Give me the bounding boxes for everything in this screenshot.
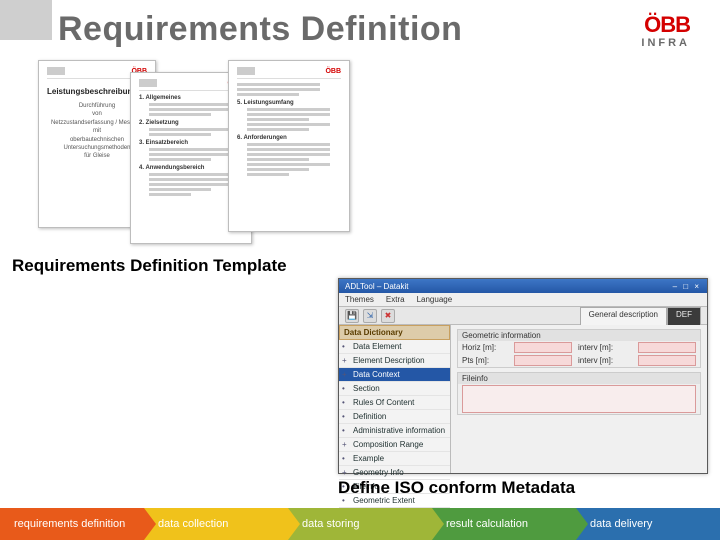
field-label: Pts [m]: <box>462 356 508 365</box>
toolbar: 💾 ⇲ ✖ General description DEF <box>339 307 707 325</box>
brand-logo: ÖBB <box>641 14 690 36</box>
doc3-h1: 5. Leistungsumfang <box>237 100 341 106</box>
corner-decor <box>0 0 52 40</box>
tab-def[interactable]: DEF <box>667 307 701 325</box>
input-pts[interactable] <box>514 355 572 366</box>
input-fileinfo[interactable] <box>462 385 696 413</box>
delete-icon[interactable]: ✖ <box>381 309 395 323</box>
brand-block: ÖBB INFRA <box>641 14 690 49</box>
step-storing: data storing <box>288 508 432 540</box>
tab-general[interactable]: General description <box>580 307 667 325</box>
doc3-h2: 6. Anforderungen <box>237 135 341 141</box>
menubar: Themes Extra Language <box>339 293 707 307</box>
nav-tree: Data Dictionary Data Element Element Des… <box>339 325 451 473</box>
nav-header: Data Dictionary <box>339 325 450 340</box>
doc3-logo-right: ÖBB <box>325 68 341 75</box>
nav-item[interactable]: Example <box>339 452 450 466</box>
brand-sub: INFRA <box>641 38 690 49</box>
step-delivery: data delivery <box>576 508 720 540</box>
form-panel: Geometric information Horiz [m]: interv … <box>451 325 707 473</box>
caption-metadata: Define ISO conform Metadata <box>338 478 575 498</box>
doc3-logo-left <box>237 67 255 75</box>
nav-item[interactable]: Rules Of Content <box>339 396 450 410</box>
doc1-logo-left <box>47 67 65 75</box>
nav-item[interactable]: Section <box>339 382 450 396</box>
nav-item-selected[interactable]: Data Context <box>339 368 450 382</box>
nav-item[interactable]: Composition Range <box>339 438 450 452</box>
doc2-logo-left <box>139 79 157 87</box>
process-strip: requirements definition data collection … <box>0 508 720 540</box>
field-label: Horiz [m]: <box>462 343 508 352</box>
window-controls[interactable]: – □ × <box>673 282 701 291</box>
menu-extra[interactable]: Extra <box>386 295 405 304</box>
field-label: interv [m]: <box>578 356 632 365</box>
slide: Requirements Definition ÖBB INFRA ÖBB Le… <box>0 0 720 540</box>
doc-fan: ÖBB Leistungsbeschreibung Durchführung v… <box>38 60 358 246</box>
window-title: ADLTool – Datakit <box>345 282 408 291</box>
step-calculation: result calculation <box>432 508 576 540</box>
save-icon[interactable]: 💾 <box>345 309 359 323</box>
input-horiz[interactable] <box>514 342 572 353</box>
group-geometric: Geometric information Horiz [m]: interv … <box>457 329 701 368</box>
doc-page-3: ÖBB 5. Leistungsumfang 6. Anforderungen <box>228 60 350 232</box>
field-label: interv [m]: <box>578 343 632 352</box>
menu-themes[interactable]: Themes <box>345 295 374 304</box>
step-collection: data collection <box>144 508 288 540</box>
nav-item[interactable]: Data Element <box>339 340 450 354</box>
nav-item[interactable]: Element Description <box>339 354 450 368</box>
group-fileinfo: Fileinfo <box>457 372 701 415</box>
group-header: Fileinfo <box>458 373 700 384</box>
step-requirements: requirements definition <box>0 508 144 540</box>
metadata-window: ADLTool – Datakit – □ × Themes Extra Lan… <box>338 278 708 474</box>
nav-item[interactable]: Definition <box>339 410 450 424</box>
caption-template: Requirements Definition Template <box>12 256 287 276</box>
slide-title: Requirements Definition <box>58 10 462 49</box>
nav-item[interactable]: Administrative information <box>339 424 450 438</box>
input-horiz-interval[interactable] <box>638 342 696 353</box>
export-icon[interactable]: ⇲ <box>363 309 377 323</box>
group-header: Geometric information <box>458 330 700 341</box>
menu-language[interactable]: Language <box>417 295 453 304</box>
input-pts-interval[interactable] <box>638 355 696 366</box>
window-titlebar[interactable]: ADLTool – Datakit – □ × <box>339 279 707 293</box>
